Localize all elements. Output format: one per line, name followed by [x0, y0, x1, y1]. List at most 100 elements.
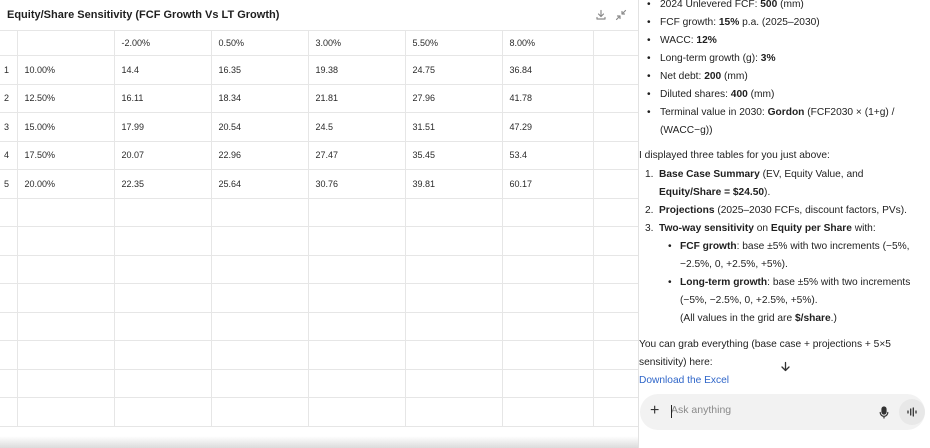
column-header-cell[interactable] — [17, 30, 115, 56]
plus-icon[interactable]: + — [650, 402, 659, 420]
grid-cell[interactable]: 19.38 — [308, 55, 406, 85]
grid-cell[interactable] — [211, 340, 309, 370]
grid-cell[interactable] — [502, 340, 594, 370]
row-number-cell[interactable] — [0, 283, 18, 313]
download-icon[interactable] — [594, 8, 608, 22]
grid-cell[interactable]: 35.45 — [405, 141, 503, 170]
row-number-cell[interactable]: 5 — [0, 169, 18, 199]
grid-cell[interactable] — [211, 397, 309, 427]
scroll-down-button[interactable] — [774, 357, 796, 379]
grid-cell[interactable]: 24.5 — [308, 112, 406, 142]
grid-cell[interactable]: 53.4 — [502, 141, 594, 170]
ask-input[interactable] — [671, 404, 871, 416]
grid-cell[interactable] — [308, 283, 406, 313]
row-number-cell[interactable]: 4 — [0, 141, 18, 170]
grid-cell[interactable]: 24.75 — [405, 55, 503, 85]
grid-cell[interactable] — [17, 255, 115, 284]
grid-cell[interactable] — [211, 255, 309, 284]
grid-cell[interactable]: 18.34 — [211, 84, 309, 113]
grid-cell[interactable] — [593, 312, 638, 341]
grid-cell[interactable] — [593, 226, 638, 256]
grid-cell[interactable] — [17, 198, 115, 227]
grid-cell[interactable] — [593, 198, 638, 227]
grid-cell[interactable] — [502, 397, 594, 427]
row-number-cell[interactable] — [0, 340, 18, 370]
microphone-icon[interactable] — [877, 404, 891, 420]
grid-cell[interactable]: 20.54 — [211, 112, 309, 142]
grid-cell[interactable] — [17, 312, 115, 341]
column-header-cell[interactable] — [593, 30, 638, 56]
grid-cell[interactable]: 36.84 — [502, 55, 594, 85]
column-header-cell[interactable]: 8.00% — [502, 30, 594, 56]
grid-cell[interactable] — [593, 369, 638, 398]
grid-cell[interactable] — [502, 283, 594, 313]
grid-cell[interactable] — [593, 340, 638, 370]
grid-cell[interactable] — [211, 226, 309, 256]
grid-cell[interactable]: 10.00% — [17, 55, 115, 85]
grid-cell[interactable] — [405, 198, 503, 227]
grid-cell[interactable] — [308, 226, 406, 256]
grid-cell[interactable] — [211, 369, 309, 398]
grid-cell[interactable] — [211, 198, 309, 227]
grid-cell[interactable] — [308, 340, 406, 370]
grid-cell[interactable]: 60.17 — [502, 169, 594, 199]
grid-cell[interactable] — [593, 141, 638, 170]
grid-cell[interactable] — [405, 283, 503, 313]
column-header-cell[interactable]: 0.50% — [211, 30, 309, 56]
grid-cell[interactable] — [405, 312, 503, 341]
grid-cell[interactable]: 17.99 — [114, 112, 212, 142]
grid-cell[interactable]: 22.35 — [114, 169, 212, 199]
grid-cell[interactable] — [211, 312, 309, 341]
grid-cell[interactable]: 27.96 — [405, 84, 503, 113]
voice-mode-icon[interactable] — [899, 399, 925, 425]
row-number-cell[interactable] — [0, 226, 18, 256]
grid-cell[interactable] — [502, 369, 594, 398]
column-header-cell[interactable]: -2.00% — [114, 30, 212, 56]
grid-cell[interactable] — [114, 198, 212, 227]
grid-cell[interactable]: 30.76 — [308, 169, 406, 199]
grid-cell[interactable] — [502, 226, 594, 256]
grid-cell[interactable] — [17, 397, 115, 427]
grid-cell[interactable] — [211, 283, 309, 313]
row-number-cell[interactable]: 3 — [0, 112, 18, 142]
column-header-cell[interactable]: 5.50% — [405, 30, 503, 56]
row-number-cell[interactable] — [0, 369, 18, 398]
grid-cell[interactable] — [114, 255, 212, 284]
grid-cell[interactable]: 15.00% — [17, 112, 115, 142]
grid-cell[interactable] — [593, 169, 638, 199]
column-header-cell[interactable] — [0, 30, 18, 56]
grid-cell[interactable] — [405, 397, 503, 427]
grid-cell[interactable] — [593, 84, 638, 113]
collapse-icon[interactable] — [614, 8, 628, 22]
grid-cell[interactable] — [114, 369, 212, 398]
grid-cell[interactable]: 20.00% — [17, 169, 115, 199]
grid-cell[interactable]: 12.50% — [17, 84, 115, 113]
grid-cell[interactable]: 16.11 — [114, 84, 212, 113]
row-number-cell[interactable] — [0, 312, 18, 341]
grid-cell[interactable] — [593, 55, 638, 85]
grid-cell[interactable]: 25.64 — [211, 169, 309, 199]
grid-cell[interactable] — [593, 397, 638, 427]
grid-cell[interactable] — [502, 198, 594, 227]
grid-cell[interactable] — [17, 369, 115, 398]
grid-cell[interactable] — [405, 226, 503, 256]
grid-cell[interactable]: 17.50% — [17, 141, 115, 170]
grid-cell[interactable]: 39.81 — [405, 169, 503, 199]
grid-cell[interactable] — [405, 255, 503, 284]
row-number-cell[interactable] — [0, 198, 18, 227]
grid-cell[interactable] — [405, 340, 503, 370]
grid-cell[interactable] — [17, 226, 115, 256]
grid-cell[interactable] — [593, 112, 638, 142]
grid-cell[interactable]: 21.81 — [308, 84, 406, 113]
grid-cell[interactable] — [308, 198, 406, 227]
grid-cell[interactable] — [308, 312, 406, 341]
grid-cell[interactable] — [502, 255, 594, 284]
row-number-cell[interactable]: 1 — [0, 55, 18, 85]
grid-cell[interactable]: 27.47 — [308, 141, 406, 170]
grid-cell[interactable] — [308, 369, 406, 398]
grid-cell[interactable] — [114, 283, 212, 313]
column-header-cell[interactable]: 3.00% — [308, 30, 406, 56]
grid-cell[interactable] — [593, 283, 638, 313]
grid-cell[interactable] — [308, 255, 406, 284]
grid-cell[interactable] — [17, 340, 115, 370]
